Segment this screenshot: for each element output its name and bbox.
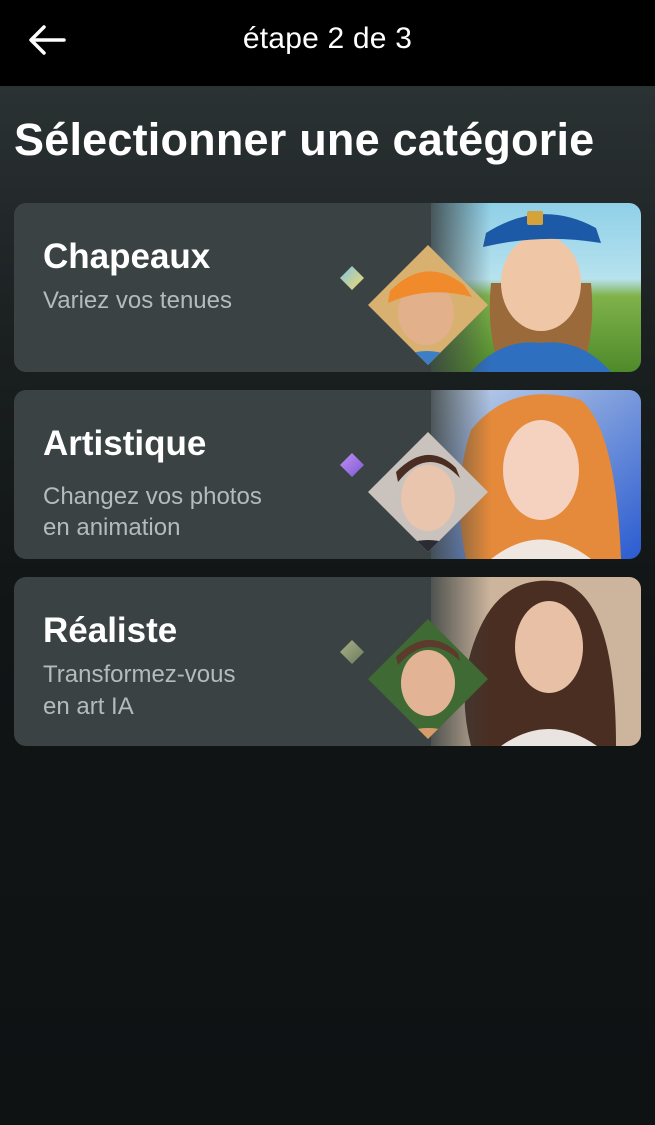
step-indicator: étape 2 de 3	[242, 22, 413, 55]
category-title: Artistique	[43, 424, 207, 463]
category-subtitle-line-2: en art IA	[43, 693, 134, 720]
top-bar: étape 2 de 3	[0, 0, 655, 86]
category-card-artistique[interactable]: Artistique Changez vos photos en animati…	[14, 390, 641, 559]
portrait-thumbnail	[368, 245, 488, 365]
category-subtitle-line-1: Transformez-vous	[43, 661, 236, 688]
category-subtitle-line-1: Changez vos photos	[43, 483, 262, 510]
portrait-thumbnail	[368, 619, 488, 739]
portrait-thumbnail	[368, 432, 488, 552]
category-card-realiste[interactable]: Réaliste Transformez-vous en art IA	[14, 577, 641, 746]
category-card-chapeaux[interactable]: Chapeaux Variez vos tenues	[14, 203, 641, 372]
main-content: Sélectionner une catégorie Chapeaux Vari…	[0, 86, 655, 1125]
page-title: Sélectionner une catégorie	[14, 114, 595, 165]
category-subtitle: Variez vos tenues	[43, 287, 232, 314]
sparkle-icon	[340, 453, 364, 477]
category-title: Réaliste	[43, 611, 178, 650]
sparkle-icon	[340, 266, 364, 290]
category-subtitle-line-2: en animation	[43, 514, 181, 541]
category-title: Chapeaux	[43, 237, 211, 276]
sparkle-icon	[340, 640, 364, 664]
